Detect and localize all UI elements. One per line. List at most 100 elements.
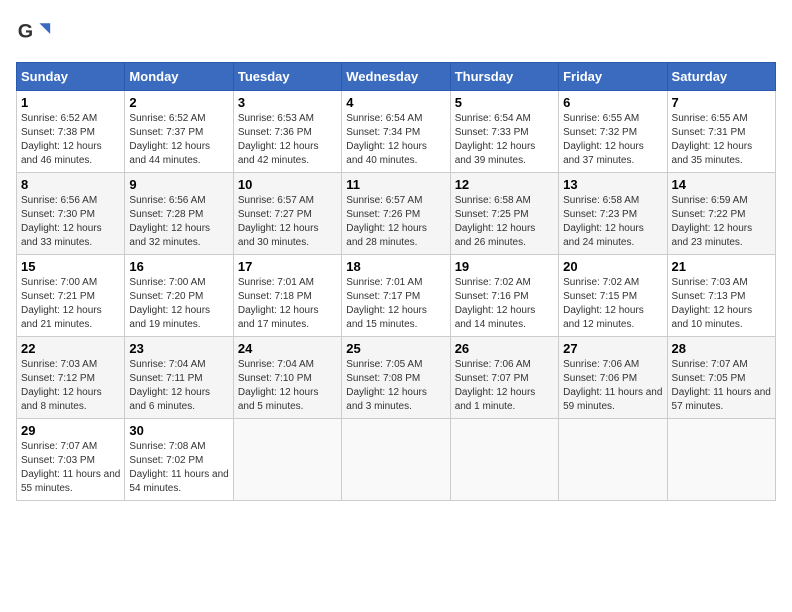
day-info: Sunrise: 6:57 AM Sunset: 7:27 PM Dayligh…: [238, 194, 337, 250]
calendar-day: 16 Sunrise: 7:00 AM Sunset: 7:20 PM Dayl…: [125, 255, 233, 337]
day-info: Sunrise: 7:06 AM Sunset: 7:06 PM Dayligh…: [563, 358, 662, 414]
calendar-week: 1 Sunrise: 6:52 AM Sunset: 7:38 PM Dayli…: [17, 91, 776, 173]
day-number: 26: [455, 341, 554, 356]
day-info: Sunrise: 7:08 AM Sunset: 7:02 PM Dayligh…: [129, 440, 228, 496]
calendar-day: 9 Sunrise: 6:56 AM Sunset: 7:28 PM Dayli…: [125, 173, 233, 255]
day-info: Sunrise: 7:06 AM Sunset: 7:07 PM Dayligh…: [455, 358, 554, 414]
day-number: 6: [563, 95, 662, 110]
calendar-day: 10 Sunrise: 6:57 AM Sunset: 7:27 PM Dayl…: [233, 173, 341, 255]
day-number: 12: [455, 177, 554, 192]
calendar-day: 8 Sunrise: 6:56 AM Sunset: 7:30 PM Dayli…: [17, 173, 125, 255]
day-info: Sunrise: 7:00 AM Sunset: 7:20 PM Dayligh…: [129, 276, 228, 332]
calendar-day: 11 Sunrise: 6:57 AM Sunset: 7:26 PM Dayl…: [342, 173, 450, 255]
day-info: Sunrise: 7:07 AM Sunset: 7:03 PM Dayligh…: [21, 440, 120, 496]
calendar-day: 28 Sunrise: 7:07 AM Sunset: 7:05 PM Dayl…: [667, 337, 775, 419]
calendar-day: 12 Sunrise: 6:58 AM Sunset: 7:25 PM Dayl…: [450, 173, 558, 255]
day-number: 2: [129, 95, 228, 110]
calendar-day: 30 Sunrise: 7:08 AM Sunset: 7:02 PM Dayl…: [125, 419, 233, 501]
calendar-day: 14 Sunrise: 6:59 AM Sunset: 7:22 PM Dayl…: [667, 173, 775, 255]
calendar-day: 6 Sunrise: 6:55 AM Sunset: 7:32 PM Dayli…: [559, 91, 667, 173]
weekday-header: Saturday: [667, 63, 775, 91]
day-number: 18: [346, 259, 445, 274]
day-info: Sunrise: 7:04 AM Sunset: 7:10 PM Dayligh…: [238, 358, 337, 414]
calendar-day: 27 Sunrise: 7:06 AM Sunset: 7:06 PM Dayl…: [559, 337, 667, 419]
day-number: 11: [346, 177, 445, 192]
day-info: Sunrise: 7:01 AM Sunset: 7:18 PM Dayligh…: [238, 276, 337, 332]
calendar-week: 8 Sunrise: 6:56 AM Sunset: 7:30 PM Dayli…: [17, 173, 776, 255]
day-info: Sunrise: 7:07 AM Sunset: 7:05 PM Dayligh…: [672, 358, 771, 414]
day-number: 13: [563, 177, 662, 192]
day-number: 28: [672, 341, 771, 356]
calendar-day: [450, 419, 558, 501]
weekday-header: Thursday: [450, 63, 558, 91]
day-number: 27: [563, 341, 662, 356]
calendar-day: 3 Sunrise: 6:53 AM Sunset: 7:36 PM Dayli…: [233, 91, 341, 173]
day-info: Sunrise: 6:54 AM Sunset: 7:34 PM Dayligh…: [346, 112, 445, 168]
day-number: 24: [238, 341, 337, 356]
day-number: 21: [672, 259, 771, 274]
calendar-day: 19 Sunrise: 7:02 AM Sunset: 7:16 PM Dayl…: [450, 255, 558, 337]
weekday-header: Friday: [559, 63, 667, 91]
day-number: 8: [21, 177, 120, 192]
calendar-day: 18 Sunrise: 7:01 AM Sunset: 7:17 PM Dayl…: [342, 255, 450, 337]
day-number: 7: [672, 95, 771, 110]
day-number: 23: [129, 341, 228, 356]
calendar-day: 5 Sunrise: 6:54 AM Sunset: 7:33 PM Dayli…: [450, 91, 558, 173]
calendar-header: SundayMondayTuesdayWednesdayThursdayFrid…: [17, 63, 776, 91]
day-info: Sunrise: 7:03 AM Sunset: 7:12 PM Dayligh…: [21, 358, 120, 414]
calendar-week: 22 Sunrise: 7:03 AM Sunset: 7:12 PM Dayl…: [17, 337, 776, 419]
day-number: 19: [455, 259, 554, 274]
day-info: Sunrise: 6:58 AM Sunset: 7:23 PM Dayligh…: [563, 194, 662, 250]
day-number: 1: [21, 95, 120, 110]
day-info: Sunrise: 6:58 AM Sunset: 7:25 PM Dayligh…: [455, 194, 554, 250]
day-number: 5: [455, 95, 554, 110]
day-info: Sunrise: 6:55 AM Sunset: 7:32 PM Dayligh…: [563, 112, 662, 168]
calendar-table: SundayMondayTuesdayWednesdayThursdayFrid…: [16, 62, 776, 501]
day-number: 16: [129, 259, 228, 274]
day-info: Sunrise: 6:52 AM Sunset: 7:37 PM Dayligh…: [129, 112, 228, 168]
day-number: 20: [563, 259, 662, 274]
weekday-header: Sunday: [17, 63, 125, 91]
calendar-day: 4 Sunrise: 6:54 AM Sunset: 7:34 PM Dayli…: [342, 91, 450, 173]
calendar-day: [342, 419, 450, 501]
day-info: Sunrise: 7:02 AM Sunset: 7:16 PM Dayligh…: [455, 276, 554, 332]
day-info: Sunrise: 6:57 AM Sunset: 7:26 PM Dayligh…: [346, 194, 445, 250]
calendar-day: 23 Sunrise: 7:04 AM Sunset: 7:11 PM Dayl…: [125, 337, 233, 419]
day-number: 9: [129, 177, 228, 192]
calendar-day: 7 Sunrise: 6:55 AM Sunset: 7:31 PM Dayli…: [667, 91, 775, 173]
calendar-day: 26 Sunrise: 7:06 AM Sunset: 7:07 PM Dayl…: [450, 337, 558, 419]
calendar-day: 17 Sunrise: 7:01 AM Sunset: 7:18 PM Dayl…: [233, 255, 341, 337]
day-number: 25: [346, 341, 445, 356]
day-number: 30: [129, 423, 228, 438]
calendar-day: 1 Sunrise: 6:52 AM Sunset: 7:38 PM Dayli…: [17, 91, 125, 173]
day-info: Sunrise: 7:03 AM Sunset: 7:13 PM Dayligh…: [672, 276, 771, 332]
day-number: 3: [238, 95, 337, 110]
day-info: Sunrise: 6:56 AM Sunset: 7:28 PM Dayligh…: [129, 194, 228, 250]
logo: G: [16, 16, 58, 52]
calendar-day: 15 Sunrise: 7:00 AM Sunset: 7:21 PM Dayl…: [17, 255, 125, 337]
day-number: 4: [346, 95, 445, 110]
calendar-day: [667, 419, 775, 501]
day-number: 29: [21, 423, 120, 438]
calendar-day: 22 Sunrise: 7:03 AM Sunset: 7:12 PM Dayl…: [17, 337, 125, 419]
calendar-week: 15 Sunrise: 7:00 AM Sunset: 7:21 PM Dayl…: [17, 255, 776, 337]
day-number: 17: [238, 259, 337, 274]
calendar-week: 29 Sunrise: 7:07 AM Sunset: 7:03 PM Dayl…: [17, 419, 776, 501]
weekday-header: Monday: [125, 63, 233, 91]
calendar-day: 13 Sunrise: 6:58 AM Sunset: 7:23 PM Dayl…: [559, 173, 667, 255]
day-info: Sunrise: 6:52 AM Sunset: 7:38 PM Dayligh…: [21, 112, 120, 168]
logo-icon: G: [16, 16, 52, 52]
calendar-day: 25 Sunrise: 7:05 AM Sunset: 7:08 PM Dayl…: [342, 337, 450, 419]
calendar-day: 24 Sunrise: 7:04 AM Sunset: 7:10 PM Dayl…: [233, 337, 341, 419]
calendar-day: 29 Sunrise: 7:07 AM Sunset: 7:03 PM Dayl…: [17, 419, 125, 501]
day-info: Sunrise: 6:56 AM Sunset: 7:30 PM Dayligh…: [21, 194, 120, 250]
day-info: Sunrise: 7:01 AM Sunset: 7:17 PM Dayligh…: [346, 276, 445, 332]
day-info: Sunrise: 6:53 AM Sunset: 7:36 PM Dayligh…: [238, 112, 337, 168]
day-info: Sunrise: 7:00 AM Sunset: 7:21 PM Dayligh…: [21, 276, 120, 332]
day-info: Sunrise: 7:02 AM Sunset: 7:15 PM Dayligh…: [563, 276, 662, 332]
calendar-day: [233, 419, 341, 501]
day-info: Sunrise: 7:04 AM Sunset: 7:11 PM Dayligh…: [129, 358, 228, 414]
calendar-day: 2 Sunrise: 6:52 AM Sunset: 7:37 PM Dayli…: [125, 91, 233, 173]
day-number: 14: [672, 177, 771, 192]
weekday-header: Tuesday: [233, 63, 341, 91]
